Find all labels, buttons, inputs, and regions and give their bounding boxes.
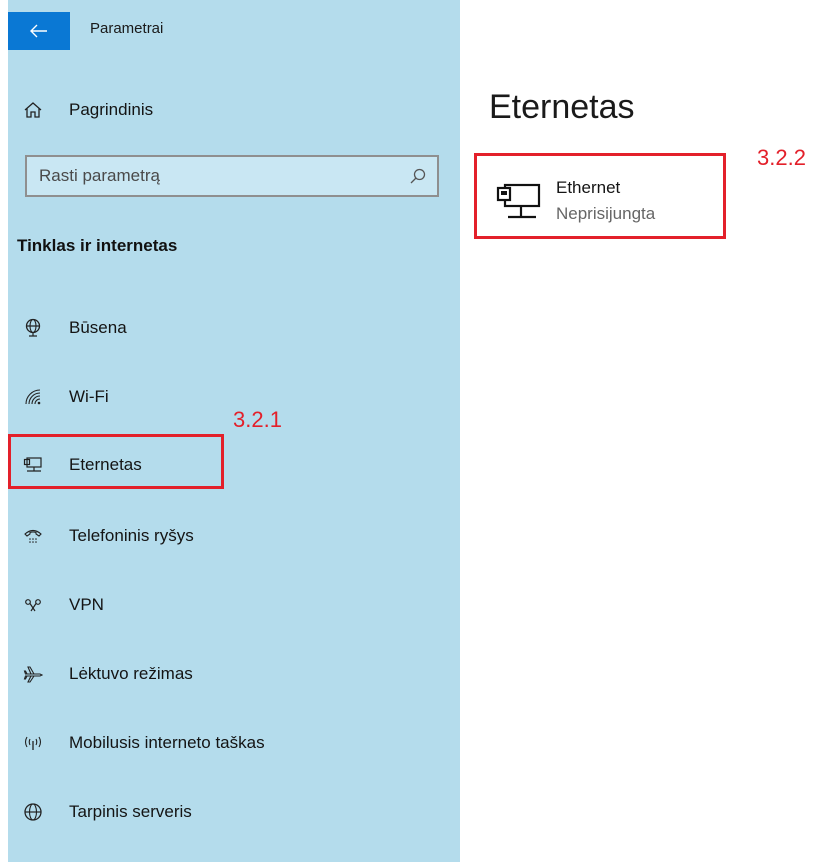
search-icon[interactable] xyxy=(409,167,427,190)
vpn-icon xyxy=(22,594,44,616)
globe-icon xyxy=(22,801,44,823)
sidebar-item-home[interactable]: Pagrindinis xyxy=(8,92,460,128)
sidebar-item-label: Lėktuvo režimas xyxy=(69,664,193,683)
dialup-icon xyxy=(22,525,44,547)
search-input[interactable]: Rasti parametrą xyxy=(25,155,439,197)
sidebar-item-label: Pagrindinis xyxy=(69,100,154,119)
back-arrow-icon xyxy=(30,24,47,38)
annotation-label-3-2-1: 3.2.1 xyxy=(233,407,282,432)
sidebar-item-label: Tarpinis serveris xyxy=(69,802,192,821)
sidebar-item-hotspot[interactable]: Mobilusis interneto taškas xyxy=(8,725,460,761)
sidebar-item-dialup[interactable]: Telefoninis ryšys xyxy=(8,518,460,554)
sidebar-item-label: Būsena xyxy=(69,318,127,337)
hotspot-icon xyxy=(22,732,44,754)
globe-status-icon xyxy=(22,317,44,339)
sidebar-item-status[interactable]: Būsena xyxy=(8,310,460,346)
sidebar-item-label: Telefoninis ryšys xyxy=(69,526,194,545)
home-icon xyxy=(22,99,44,121)
airplane-icon xyxy=(22,663,44,685)
sidebar-item-label: Wi-Fi xyxy=(69,387,109,406)
annotation-box-3-2-2 xyxy=(474,153,726,239)
section-heading: Tinklas ir internetas xyxy=(17,236,178,255)
sidebar-item-label: Mobilusis interneto taškas xyxy=(69,733,265,752)
search-placeholder: Rasti parametrą xyxy=(39,166,160,185)
sidebar-item-proxy[interactable]: Tarpinis serveris xyxy=(8,794,460,830)
sidebar-item-label: VPN xyxy=(69,595,104,614)
sidebar-item-airplane-mode[interactable]: Lėktuvo režimas xyxy=(8,656,460,692)
back-button[interactable] xyxy=(8,12,70,50)
sidebar-item-vpn[interactable]: VPN xyxy=(8,587,460,623)
app-title: Parametrai xyxy=(90,20,164,37)
wifi-icon xyxy=(22,386,44,408)
annotation-label-3-2-2: 3.2.2 xyxy=(757,145,806,170)
page-title: Eternetas xyxy=(489,88,635,126)
annotation-box-3-2-1 xyxy=(8,434,224,489)
